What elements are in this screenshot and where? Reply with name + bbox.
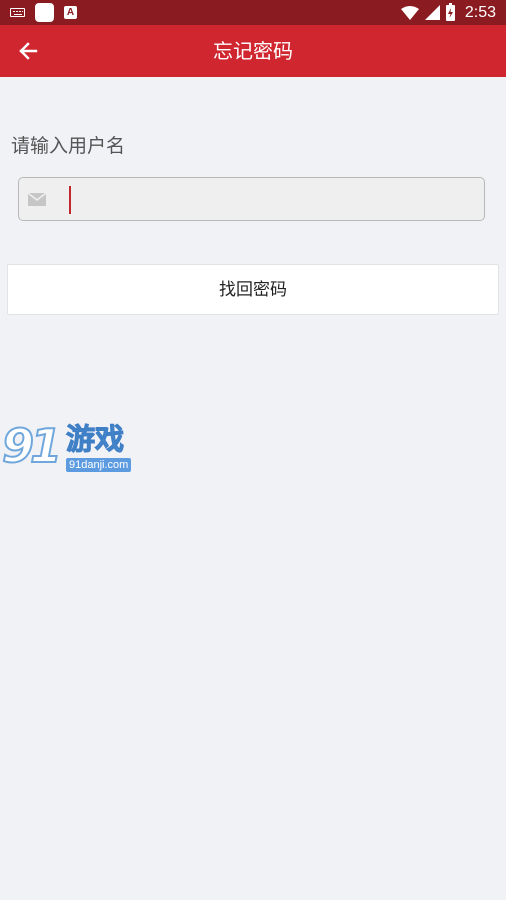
mail-icon bbox=[28, 193, 46, 206]
username-prompt-label: 请输入用户名 bbox=[11, 135, 126, 157]
status-bar-right: 2:53 bbox=[400, 2, 496, 22]
watermark-text: 游戏 bbox=[65, 422, 125, 457]
keyboard-icon bbox=[10, 8, 25, 17]
username-input[interactable] bbox=[71, 178, 474, 222]
wifi-icon bbox=[400, 5, 419, 20]
recover-password-button[interactable]: 找回密码 bbox=[7, 264, 499, 315]
signal-icon bbox=[424, 5, 440, 20]
status-bar: A 2:53 bbox=[0, 0, 506, 25]
notification-square-icon bbox=[35, 3, 54, 22]
username-input-container[interactable] bbox=[18, 177, 485, 222]
status-bar-left: A bbox=[10, 3, 77, 22]
a-badge-icon: A bbox=[64, 6, 77, 19]
app-bar: 忘记密码 bbox=[0, 25, 506, 77]
watermark-url: 91danji.com bbox=[66, 458, 132, 472]
arrow-left-icon bbox=[19, 42, 38, 60]
watermark-number: 91 bbox=[1, 419, 63, 473]
status-time: 2:53 bbox=[464, 3, 496, 21]
page-title: 忘记密码 bbox=[213, 39, 293, 63]
watermark-logo: 91 游戏 91danji.com bbox=[1, 419, 142, 478]
back-button[interactable] bbox=[8, 31, 48, 71]
battery-charging-icon bbox=[445, 2, 455, 21]
